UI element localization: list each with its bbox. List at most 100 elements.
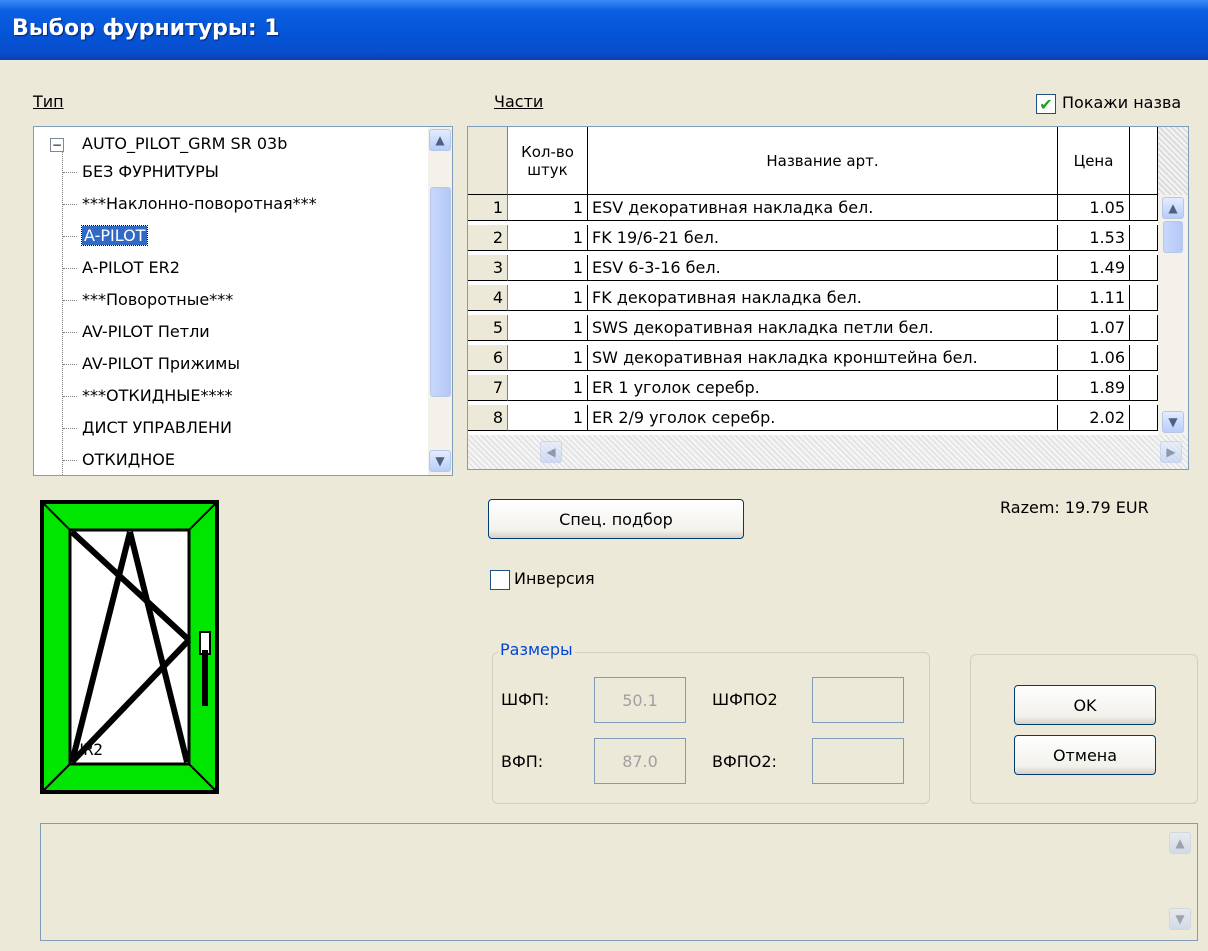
tree-item[interactable]: ***Наклонно-поворотная*** [82, 193, 317, 215]
empty-cell[interactable] [1130, 255, 1158, 281]
table-vscrollbar[interactable]: ▲ ▼ [1158, 195, 1188, 435]
name-cell[interactable]: ESV 6-3-16 бел. [588, 255, 1058, 281]
price-cell[interactable]: 1.06 [1058, 345, 1130, 371]
name-cell[interactable]: FK декоративная накладка бел. [588, 285, 1058, 311]
table-row[interactable]: 2 1 FK 19/6-21 бел. 1.53 [468, 225, 1158, 251]
tree-item-label: ***Наклонно-поворотная*** [82, 194, 317, 213]
collapse-toggle-icon[interactable]: − [50, 138, 64, 152]
sizes-group-title: Размеры [498, 640, 575, 659]
width2-field[interactable] [812, 677, 904, 723]
empty-cell[interactable] [1130, 195, 1158, 221]
inversion-checkbox[interactable] [490, 570, 510, 590]
window-title: Выбор фурнитуры: 1 [12, 16, 280, 41]
tree-item-label: ***Поворотные*** [82, 290, 234, 309]
table-hscrollbar[interactable]: ◀ ▶ [468, 435, 1188, 469]
qty-cell[interactable]: 1 [508, 255, 588, 281]
tree-item-label: AV-PILOT Прижимы [82, 354, 240, 373]
tree-item-label: ОТКИДНОЕ [82, 450, 175, 469]
type-tree[interactable]: − AUTO_PILOT_GRM SR 03b БЕЗ ФУРНИТУРЫ ***… [33, 126, 453, 476]
name-cell[interactable]: SWS декоративная накладка петли бел. [588, 315, 1058, 341]
name-cell[interactable]: FK 19/6-21 бел. [588, 225, 1058, 251]
empty-cell[interactable] [1130, 405, 1158, 431]
parts-table[interactable]: Кол-во штук Название арт. Цена 1 1 ESV дек… [467, 126, 1189, 470]
row-number-cell[interactable]: 1 [468, 195, 508, 221]
row-number-cell[interactable]: 5 [468, 315, 508, 341]
tree-item[interactable]: A-PILOT [80, 225, 149, 247]
notes-area[interactable]: ▲ ▼ [40, 823, 1198, 941]
table-row[interactable]: 6 1 SW декоративная накладка кронштейна бе… [468, 345, 1158, 371]
table-scroll-right-icon[interactable]: ▶ [1160, 441, 1182, 463]
row-number-cell[interactable]: 2 [468, 225, 508, 251]
empty-cell[interactable] [1130, 225, 1158, 251]
tree-item[interactable]: A-PILOT ER2 [82, 257, 180, 279]
name-cell[interactable]: ER 1 уголок серебр. [588, 375, 1058, 401]
window-preview-label: UR2 [74, 740, 103, 759]
height-field[interactable]: 87.0 [594, 738, 686, 784]
row-number-cell[interactable]: 3 [468, 255, 508, 281]
tree-item[interactable]: ***ОТКИДНЫЕ**** [82, 385, 232, 407]
name-cell[interactable]: SW декоративная накладка кронштейна бел. [588, 345, 1058, 371]
price-cell[interactable]: 1.89 [1058, 375, 1130, 401]
spec-selection-button[interactable]: Спец. подбор [488, 499, 744, 539]
price-cell[interactable]: 1.49 [1058, 255, 1130, 281]
empty-cell[interactable] [1130, 285, 1158, 311]
qty-cell[interactable]: 1 [508, 375, 588, 401]
name-cell[interactable]: ER 2/9 уголок серебр. [588, 405, 1058, 431]
table-row[interactable]: 8 1 ER 2/9 уголок серебр. 2.02 [468, 405, 1158, 431]
table-scroll-up-icon[interactable]: ▲ [1162, 197, 1184, 219]
qty-cell[interactable]: 1 [508, 195, 588, 221]
scroll-down-icon[interactable]: ▼ [429, 450, 451, 472]
table-scroll-down-icon[interactable]: ▼ [1162, 411, 1184, 433]
qty-cell[interactable]: 1 [508, 225, 588, 251]
price-cell[interactable]: 2.02 [1058, 405, 1130, 431]
show-names-checkbox[interactable]: ✔ [1036, 94, 1056, 114]
width-field[interactable]: 50.1 [594, 677, 686, 723]
table-scroll-left-icon[interactable]: ◀ [540, 441, 562, 463]
table-row[interactable]: 5 1 SWS декоративная накладка петли бел. 1.… [468, 315, 1158, 341]
tree-item[interactable]: БЕЗ ФУРНИТУРЫ [82, 161, 219, 183]
qty-header[interactable]: Кол-во штук [508, 127, 588, 195]
qty-cell[interactable]: 1 [508, 405, 588, 431]
price-cell[interactable]: 1.53 [1058, 225, 1130, 251]
name-header[interactable]: Название арт. [588, 127, 1058, 195]
empty-cell[interactable] [1130, 375, 1158, 401]
tree-item[interactable]: ДИСТ УПРАВЛЕНИ [82, 417, 232, 439]
price-header[interactable]: Цена [1058, 127, 1130, 195]
height2-field[interactable] [812, 738, 904, 784]
qty-cell[interactable]: 1 [508, 315, 588, 341]
row-number-cell[interactable]: 6 [468, 345, 508, 371]
tree-item[interactable]: ОТКИДНОЕ [82, 449, 175, 471]
tree-item[interactable]: AV-PILOT Петли [82, 321, 210, 343]
row-number-cell[interactable]: 7 [468, 375, 508, 401]
scroll-thumb[interactable] [430, 187, 451, 397]
tree-root[interactable]: AUTO_PILOT_GRM SR 03b [82, 133, 287, 155]
table-row[interactable]: 3 1 ESV 6-3-16 бел. 1.49 [468, 255, 1158, 281]
price-cell[interactable]: 1.11 [1058, 285, 1130, 311]
table-scroll-thumb[interactable] [1163, 221, 1183, 253]
table-row[interactable]: 7 1 ER 1 уголок серебр. 1.89 [468, 375, 1158, 401]
table-row[interactable]: 1 1 ESV декоративная накладка бел. 1.05 [468, 195, 1158, 221]
tree-item-label: AV-PILOT Петли [82, 322, 210, 341]
price-cell[interactable]: 1.05 [1058, 195, 1130, 221]
tree-item[interactable]: AV-PILOT Прижимы [82, 353, 240, 375]
notes-scroll-down-icon[interactable]: ▼ [1169, 908, 1191, 930]
ok-label: OK [1073, 695, 1097, 715]
price-cell[interactable]: 1.07 [1058, 315, 1130, 341]
tree-item[interactable]: ***Поворотные*** [82, 289, 233, 311]
notes-scroll-up-icon[interactable]: ▲ [1169, 832, 1191, 854]
name-cell[interactable]: ESV декоративная накладка бел. [588, 195, 1058, 221]
ok-button[interactable]: OK [1014, 685, 1156, 725]
scroll-up-icon[interactable]: ▲ [429, 129, 451, 151]
qty-cell[interactable]: 1 [508, 345, 588, 371]
inversion-label[interactable]: Инверсия [514, 569, 595, 588]
empty-cell[interactable] [1130, 315, 1158, 341]
tree-item-label: ***ОТКИДНЫЕ**** [82, 386, 233, 405]
table-row[interactable]: 4 1 FK декоративная накладка бел. 1.11 [468, 285, 1158, 311]
row-number-cell[interactable]: 8 [468, 405, 508, 431]
tree-scrollbar[interactable]: ▲ ▼ [428, 127, 452, 475]
empty-cell[interactable] [1130, 345, 1158, 371]
qty-cell[interactable]: 1 [508, 285, 588, 311]
show-names-label[interactable]: Покажи назва [1062, 93, 1208, 112]
cancel-button[interactable]: Отмена [1014, 735, 1156, 775]
row-number-cell[interactable]: 4 [468, 285, 508, 311]
